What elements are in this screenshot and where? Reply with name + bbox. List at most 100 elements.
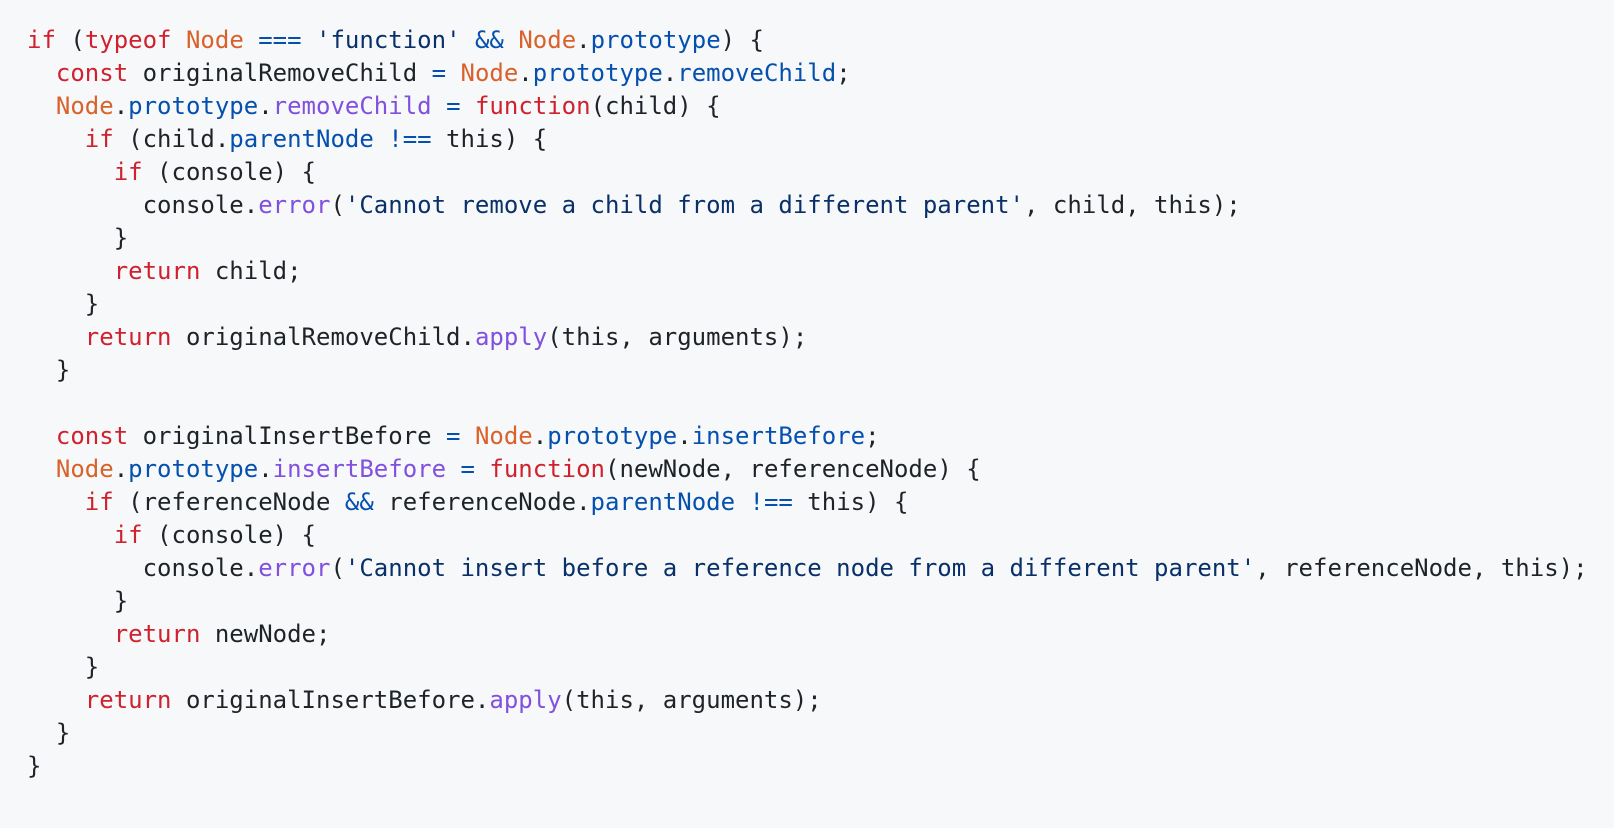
keyword-token: return [84, 323, 172, 351]
text-token: } [27, 224, 129, 252]
text-token: , child, this); [1024, 191, 1241, 219]
code-line: if (console) { [27, 519, 1588, 552]
string-token: 'Cannot insert before a reference node f… [344, 554, 1256, 582]
code-line: } [27, 717, 1588, 750]
text-token: . [532, 422, 548, 450]
text-token: . [576, 26, 591, 54]
constant-token: parentNode [590, 488, 736, 516]
entity-token: Node [55, 455, 114, 483]
text-token: newNode; [200, 620, 331, 648]
text-token: ( [330, 554, 345, 582]
constant-token: prototype [547, 422, 678, 450]
constant-token: !== [388, 125, 432, 153]
code-line: return originalRemoveChild.apply(this, a… [27, 321, 1588, 354]
text-token: . [662, 59, 678, 87]
text-token: child; [200, 257, 302, 285]
text-token: . [258, 455, 273, 483]
entity-token: Node [460, 59, 519, 87]
code-line: const originalRemoveChild = Node.prototy… [27, 57, 1588, 90]
text-token: (referenceNode [113, 488, 345, 516]
code-line: console.error('Cannot insert before a re… [27, 552, 1588, 585]
constant-token: && [344, 488, 374, 516]
keyword-token: const [55, 59, 129, 87]
entity-token: Node [55, 92, 114, 120]
constant-token: === [258, 26, 302, 54]
text-token: originalInsertBefore [128, 422, 447, 450]
text-token: . [113, 92, 129, 120]
constant-token: && [474, 26, 504, 54]
keyword-token: function [489, 455, 605, 483]
constant-token: = [460, 455, 475, 483]
text-token: ( [330, 191, 345, 219]
text-token: (child. [113, 125, 230, 153]
constant-token: prototype [532, 59, 663, 87]
code-line: const originalInsertBefore = Node.protot… [27, 420, 1588, 453]
text-token: originalRemoveChild [128, 59, 432, 87]
text-token: } [27, 653, 100, 681]
text-token: (console) { [142, 158, 316, 186]
constant-token: parentNode [229, 125, 374, 153]
function-token: apply [489, 686, 562, 714]
keyword-token: if [27, 26, 56, 54]
keyword-token: if [113, 521, 143, 549]
text-token: this) { [431, 125, 548, 153]
entity-token: Node [185, 26, 244, 54]
keyword-token: return [113, 257, 201, 285]
text-token: ( [55, 26, 85, 54]
code-line: } [27, 288, 1588, 321]
keyword-token: typeof [84, 26, 172, 54]
text-token: . [518, 59, 533, 87]
entity-token: Node [474, 422, 533, 450]
entity-token: Node [518, 26, 577, 54]
text-token: console. [27, 191, 259, 219]
string-token: 'function' [316, 26, 461, 54]
keyword-token: if [84, 125, 114, 153]
code-line: Node.prototype.insertBefore = function(n… [27, 453, 1588, 486]
keyword-token: if [84, 488, 114, 516]
text-token: (this, arguments); [561, 686, 822, 714]
keyword-token: if [113, 158, 143, 186]
constant-token: = [431, 59, 447, 87]
code-line: } [27, 750, 1588, 783]
text-token: (console) { [142, 521, 316, 549]
code-line: if (console) { [27, 156, 1588, 189]
code-block: if (typeof Node === 'function' && Node.p… [27, 24, 1588, 783]
function-token: removeChild [272, 92, 432, 120]
function-token: insertBefore [272, 455, 447, 483]
text-token: referenceNode. [373, 488, 591, 516]
constant-token: removeChild [677, 59, 837, 87]
text-token: ; [836, 59, 851, 87]
code-line: return originalInsertBefore.apply(this, … [27, 684, 1588, 717]
code-line: } [27, 585, 1588, 618]
keyword-token: return [113, 620, 201, 648]
text-token: (this, arguments); [547, 323, 808, 351]
code-line: return newNode; [27, 618, 1588, 651]
text-token: } [27, 290, 100, 318]
code-line: if (child.parentNode !== this) { [27, 123, 1588, 156]
code-line: return child; [27, 255, 1588, 288]
constant-token: = [446, 92, 461, 120]
text-token: . [677, 422, 692, 450]
constant-token: = [446, 422, 461, 450]
code-line: if (referenceNode && referenceNode.paren… [27, 486, 1588, 519]
code-line: if (typeof Node === 'function' && Node.p… [27, 24, 1588, 57]
text-token: , referenceNode, this); [1255, 554, 1588, 582]
text-token: ) { [720, 26, 764, 54]
